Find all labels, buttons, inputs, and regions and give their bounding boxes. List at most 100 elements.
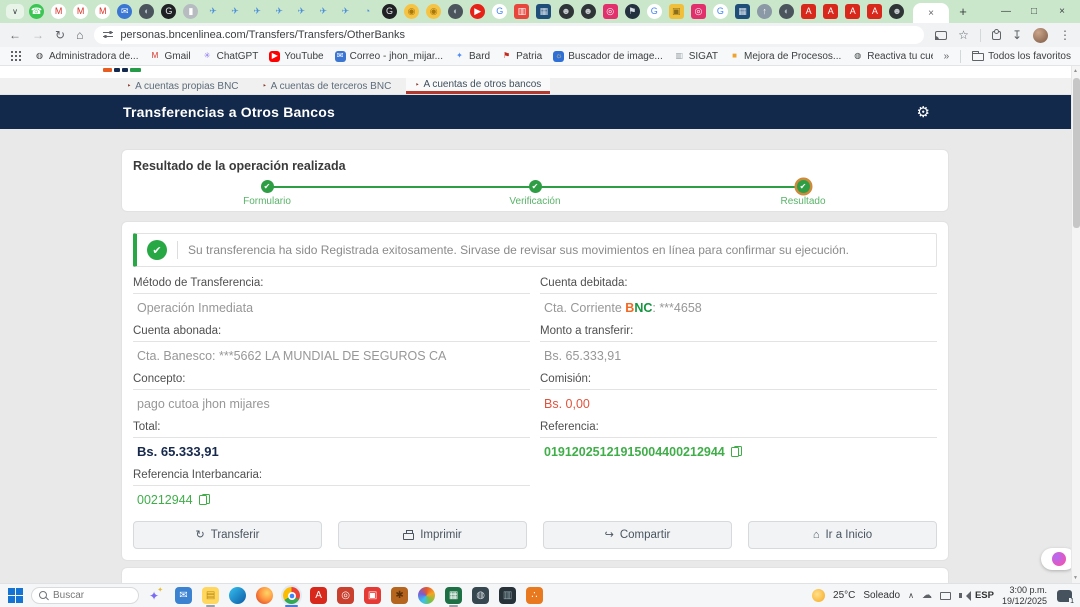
pinned-tab-avatar[interactable]: ☻: [559, 4, 574, 19]
scrollbar-thumb[interactable]: [1073, 78, 1080, 228]
pinned-tab-telegram[interactable]: ✈: [316, 4, 331, 19]
taskbar-app-photos[interactable]: [418, 587, 435, 604]
pinned-tab-yellow[interactable]: ▣: [669, 4, 684, 19]
close-button[interactable]: ×: [1048, 0, 1076, 23]
taskbar-app-analytics[interactable]: ▥: [499, 587, 516, 604]
pinned-tab-upload[interactable]: ↑: [757, 4, 772, 19]
pinned-tab-telegram[interactable]: ✈: [338, 4, 353, 19]
tab-cuentas-propias[interactable]: ‣ A cuentas propias BNC: [118, 78, 248, 94]
pinned-tab-gray[interactable]: ▮: [183, 4, 198, 19]
tab-close-icon[interactable]: ×: [928, 8, 934, 19]
pinned-tab-gmail[interactable]: M: [95, 4, 110, 19]
tray-expand-icon[interactable]: ∧: [908, 591, 914, 600]
all-bookmarks-folder[interactable]: Todos los favoritos: [972, 51, 1071, 62]
menu-icon[interactable]: ⋮: [1059, 29, 1071, 41]
pinned-tab-telegram[interactable]: ✈: [250, 4, 265, 19]
taskbar-app-firefox[interactable]: [256, 587, 273, 604]
taskbar-search[interactable]: Buscar: [31, 587, 139, 604]
pinned-tab-google[interactable]: G: [492, 4, 507, 19]
cloud-icon[interactable]: ☁: [922, 591, 932, 601]
pinned-tab-telegram[interactable]: ✈: [228, 4, 243, 19]
weather-condition[interactable]: Soleado: [863, 590, 900, 601]
clock[interactable]: 3:00 p.m. 19/12/2025: [1002, 585, 1047, 607]
bookmark-youtube[interactable]: ▶ YouTube: [269, 51, 323, 62]
profile-avatar[interactable]: [1033, 28, 1048, 43]
pinned-tab-globe[interactable]: ◐: [139, 4, 154, 19]
pinned-tab-google-dark[interactable]: G: [161, 4, 176, 19]
network-icon[interactable]: [940, 592, 951, 600]
pinned-tab-instagram[interactable]: ◎: [603, 4, 618, 19]
tab-search-button[interactable]: ∨: [6, 4, 24, 19]
pinned-tab-google-dark[interactable]: G: [382, 4, 397, 19]
pinned-tab-whatsapp[interactable]: ☎: [29, 4, 44, 19]
bookmark-sigat[interactable]: ▥ SIGAT: [674, 51, 718, 62]
forward-icon[interactable]: →: [32, 29, 44, 41]
pinned-tab-emoji[interactable]: ◉: [426, 4, 441, 19]
copy-icon[interactable]: [731, 446, 742, 457]
taskbar-app-chrome[interactable]: [283, 587, 300, 604]
bookmark-bard[interactable]: ✦ Bard: [454, 51, 490, 62]
home-icon[interactable]: ⌂: [76, 29, 83, 41]
weather-temp[interactable]: 25°C: [833, 590, 855, 601]
pinned-tab-gmail[interactable]: M: [51, 4, 66, 19]
apps-grid-icon[interactable]: [11, 51, 13, 53]
bookmarks-overflow-icon[interactable]: »: [944, 51, 950, 62]
pinned-tab-pdf[interactable]: A: [823, 4, 838, 19]
pinned-tab-pdf[interactable]: A: [801, 4, 816, 19]
weather-sun-icon[interactable]: [812, 589, 825, 602]
back-icon[interactable]: ←: [9, 29, 21, 41]
pinned-tab-instagram[interactable]: ◎: [691, 4, 706, 19]
pinned-tab-youtube[interactable]: ▶: [470, 4, 485, 19]
active-tab[interactable]: ×: [913, 3, 949, 23]
bookmark-reactiva[interactable]: ◍ Reactiva tu cuenta: [852, 51, 932, 62]
pinned-tab-red[interactable]: ▥: [514, 4, 529, 19]
new-tab-button[interactable]: +: [954, 3, 972, 21]
taskbar-app-red-box[interactable]: ▣: [364, 587, 381, 604]
pinned-tab-globe[interactable]: ◐: [448, 4, 463, 19]
pinned-tab-flag-blue[interactable]: ▦: [536, 4, 551, 19]
site-settings-icon[interactable]: [103, 31, 113, 39]
pinned-tab-mail-blue[interactable]: ✉: [117, 4, 132, 19]
taskbar-app-globe[interactable]: ◍: [472, 587, 489, 604]
taskbar-app-glove[interactable]: ✱: [391, 587, 408, 604]
taskbar-app-red-ring[interactable]: ◎: [337, 587, 354, 604]
bookmark-gmail[interactable]: M Gmail: [150, 51, 191, 62]
bookmark-chatgpt[interactable]: ✳ ChatGPT: [202, 51, 259, 62]
bookmark-mejora[interactable]: ■ Mejora de Procesos...: [729, 51, 841, 62]
language-indicator[interactable]: ESP: [975, 590, 994, 601]
cast-icon[interactable]: [935, 31, 947, 40]
bookmark-patria[interactable]: ⚑ Patria: [501, 51, 542, 62]
taskbar-app-acrobat[interactable]: A: [310, 587, 327, 604]
pinned-tab-pdf[interactable]: A: [845, 4, 860, 19]
pinned-tab-clock[interactable]: ◔: [360, 4, 375, 19]
pinned-tab-telegram[interactable]: ✈: [272, 4, 287, 19]
bookmark-buscador[interactable]: ☼ Buscador de image...: [553, 51, 663, 62]
pinned-tab-avatar[interactable]: ☻: [889, 4, 904, 19]
extensions-icon[interactable]: [992, 31, 1001, 40]
bookmark-correo[interactable]: ✉ Correo - jhon_mijar...: [335, 51, 443, 62]
pinned-tab-google[interactable]: G: [713, 4, 728, 19]
taskbar-app-edge[interactable]: [229, 587, 246, 604]
speaker-icon[interactable]: [959, 593, 962, 598]
compartir-button[interactable]: ↪ Compartir: [543, 521, 732, 549]
download-icon[interactable]: ↧: [1012, 29, 1022, 41]
pinned-tab-globe[interactable]: ◐: [779, 4, 794, 19]
pinned-tab-emoji[interactable]: ◉: [404, 4, 419, 19]
pinned-tab-google[interactable]: G: [647, 4, 662, 19]
notification-icon[interactable]: 1: [1057, 590, 1072, 602]
bookmark-administradora[interactable]: ◍ Administradora de...: [34, 51, 139, 62]
maximize-button[interactable]: □: [1020, 0, 1048, 23]
pinned-tab-telegram[interactable]: ✈: [206, 4, 221, 19]
page-scrollbar[interactable]: [1071, 66, 1080, 583]
pinned-tab-gmail[interactable]: M: [73, 4, 88, 19]
copy-icon[interactable]: [199, 494, 210, 505]
taskbar-app-mail[interactable]: ✉: [175, 587, 192, 604]
taskbar-app-orange[interactable]: ∴: [526, 587, 543, 604]
pinned-tab-flag[interactable]: ⚑: [625, 4, 640, 19]
tab-cuentas-otros-bancos[interactable]: ‣ A cuentas de otros bancos: [406, 78, 550, 94]
imprimir-button[interactable]: Imprimir: [338, 521, 527, 549]
start-button[interactable]: [8, 588, 23, 603]
transferir-button[interactable]: ↻ Transferir: [133, 521, 322, 549]
pinned-tab-pdf[interactable]: A: [867, 4, 882, 19]
pinned-tab-telegram[interactable]: ✈: [294, 4, 309, 19]
